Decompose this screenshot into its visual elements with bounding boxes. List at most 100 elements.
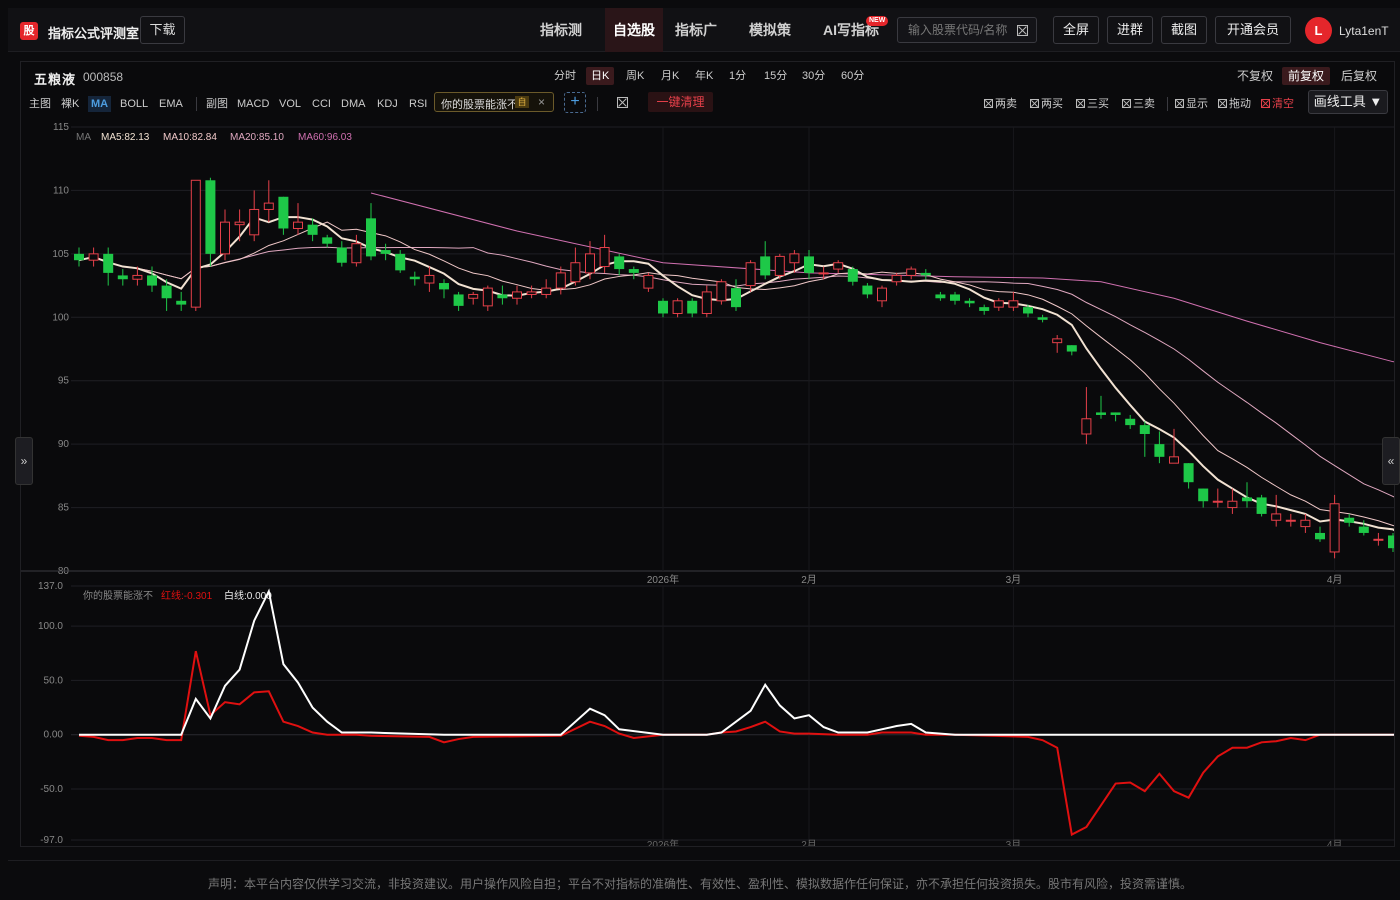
opt-two-sell[interactable]: 两卖 (984, 96, 1017, 112)
candle-body (1212, 500, 1223, 503)
ind-bare-k[interactable]: 裸K (61, 96, 79, 112)
candle-body (555, 272, 566, 289)
x-tick-label: 2月 (801, 839, 817, 846)
candle-body (1154, 444, 1165, 457)
clear-all-button[interactable]: 一键清理 (648, 92, 713, 112)
formula-tag[interactable]: 你的股票能涨不 自 × (434, 92, 554, 112)
kline-chart[interactable]: 115110105100959085802026年 2月 3月 4月MA MA5:82.… (21, 122, 1394, 846)
ind-sub[interactable]: 副图 (206, 96, 228, 112)
ind-macd[interactable]: MACD (237, 96, 269, 112)
candle-body (628, 269, 639, 273)
stock-name: 五粮液 (34, 72, 77, 87)
screenshot-button[interactable]: 截图 (1161, 16, 1207, 44)
draw-tools-button[interactable]: 画线工具 ▼ (1308, 90, 1388, 114)
period-30min[interactable]: 30分 (797, 67, 830, 85)
period-day[interactable]: 日K (586, 67, 615, 85)
candle-body (935, 294, 946, 299)
y-tick-label: 105 (52, 249, 69, 260)
period-15min[interactable]: 15分 (759, 67, 792, 85)
download-button[interactable]: 下载 (140, 16, 185, 44)
nav-watchlist[interactable]: 自选股 (605, 8, 663, 52)
candle-body (1242, 497, 1252, 502)
close-box-icon[interactable] (1017, 25, 1028, 36)
period-year[interactable]: 年K (690, 67, 718, 85)
ind-kdj[interactable]: KDJ (377, 96, 398, 112)
y-tick-label: 100.0 (38, 621, 63, 632)
opt-three-buy[interactable]: 三买 (1076, 96, 1109, 112)
avatar[interactable]: L (1305, 17, 1332, 44)
close-icon[interactable]: × (538, 95, 545, 109)
period-month[interactable]: 月K (656, 67, 684, 85)
candle-body (1125, 418, 1136, 426)
candle-body (336, 247, 347, 263)
ind-ema[interactable]: EMA (159, 96, 183, 112)
ind-rsi[interactable]: RSI (409, 96, 427, 112)
checkbox-icon (1030, 99, 1039, 108)
period-1min[interactable]: 1分 (724, 67, 751, 85)
ind-ma[interactable]: MA (88, 96, 112, 112)
candle-body (190, 179, 201, 308)
ind-main[interactable]: 主图 (29, 96, 51, 112)
candle-body (906, 268, 917, 276)
candle-body (307, 224, 318, 235)
candle-body (701, 291, 712, 314)
period-timeshare[interactable]: 分时 (549, 67, 581, 85)
candle-body (424, 274, 435, 284)
candle-body (804, 256, 814, 273)
adjust-none[interactable]: 不复权 (1231, 67, 1279, 85)
candle-body (716, 281, 727, 302)
candle-body (380, 250, 391, 254)
period-week[interactable]: 周K (621, 67, 649, 85)
candle-body (395, 253, 406, 271)
candle-body (1139, 425, 1150, 434)
candle-body (1256, 497, 1267, 514)
candle-body (526, 291, 537, 295)
red-line (78, 650, 1394, 837)
stock-search (897, 17, 1037, 43)
opt-three-sell[interactable]: 三卖 (1122, 96, 1155, 112)
ma-legend-item: MA20:85.10 (230, 132, 284, 143)
join-group-button[interactable]: 进群 (1107, 16, 1153, 44)
opt-drag[interactable]: 拖动 (1218, 96, 1251, 112)
x-tick-label: 3月 (1006, 839, 1022, 846)
adjust-backward[interactable]: 后复权 (1335, 67, 1383, 85)
candle-body (132, 274, 143, 280)
candle-body (862, 285, 873, 295)
candle-body (950, 294, 960, 301)
candle-body (1373, 538, 1384, 541)
candle-body (117, 275, 128, 280)
nav-ai-indicator[interactable]: AI写指标 (823, 8, 879, 52)
candle-body (1315, 532, 1325, 540)
period-60min[interactable]: 60分 (836, 67, 869, 85)
ind-dma[interactable]: DMA (341, 96, 365, 112)
ind-cci[interactable]: CCI (312, 96, 331, 112)
y-tick-label: 90 (58, 439, 70, 450)
app-title: 指标公式评测室 (48, 26, 140, 41)
nav-sim-strategy[interactable]: 模拟策略 (749, 8, 803, 82)
username[interactable]: Lyta1enT (1339, 24, 1389, 38)
y-tick-label: 95 (58, 376, 70, 387)
fullscreen-button[interactable]: 全屏 (1053, 16, 1099, 44)
close-box-icon[interactable] (617, 97, 628, 108)
opt-two-buy[interactable]: 两买 (1030, 96, 1063, 112)
expand-right-tab[interactable]: « (1382, 437, 1400, 485)
candle-body (468, 293, 479, 299)
add-indicator-button[interactable]: + (564, 92, 586, 113)
vip-button[interactable]: 开通会员 (1215, 16, 1291, 44)
nav-indicator-eval[interactable]: 指标测评 (540, 8, 594, 82)
expand-left-tab[interactable]: » (15, 437, 33, 485)
adjust-forward[interactable]: 前复权 (1282, 67, 1331, 85)
ind-vol[interactable]: VOL (279, 96, 301, 112)
candle-body (570, 262, 581, 283)
x-tick-label: 2026年 (647, 573, 679, 586)
ma-legend-item: MA60:96.03 (298, 132, 352, 143)
nav-indicator-plaza[interactable]: 指标广场 (675, 8, 729, 82)
candle-body (439, 283, 449, 290)
opt-show[interactable]: 显示 (1175, 96, 1208, 112)
search-input[interactable] (898, 18, 1014, 42)
ind-boll[interactable]: BOLL (120, 96, 148, 112)
candle-body (1037, 317, 1048, 320)
candle-body (147, 275, 157, 286)
candle-body (293, 221, 303, 229)
opt-clear[interactable]: 清空 (1261, 96, 1294, 112)
